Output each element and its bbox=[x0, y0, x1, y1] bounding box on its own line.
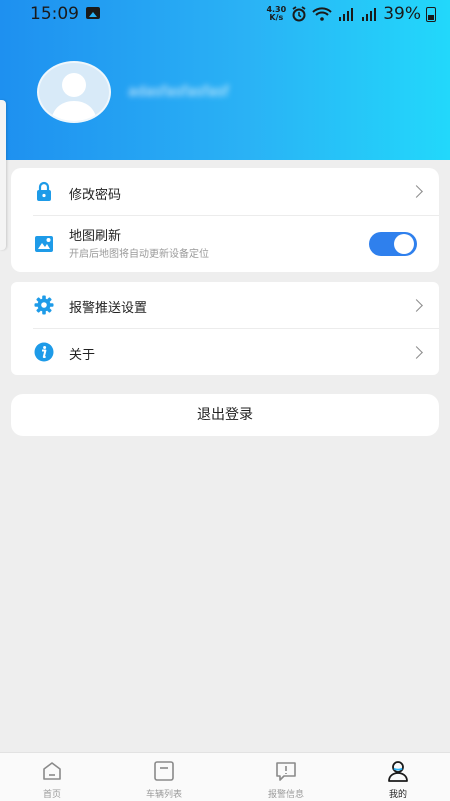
map-refresh-toggle[interactable] bbox=[369, 232, 417, 256]
avatar[interactable] bbox=[37, 61, 111, 123]
settings-card-general: 报警推送设置 关于 bbox=[11, 282, 439, 375]
change-password-item[interactable]: 修改密码 bbox=[11, 168, 439, 215]
battery-percent: 39% bbox=[383, 4, 421, 24]
settings-card-account: 修改密码 地图刷新 开启后地图将自动更新设备定位 bbox=[11, 168, 439, 272]
edge-handle[interactable] bbox=[0, 100, 6, 250]
status-time: 15:09 bbox=[30, 4, 79, 24]
profile-icon bbox=[388, 761, 408, 782]
status-bar: 15:09 4.30 K/s 39% bbox=[0, 0, 450, 28]
signal-4g-icon bbox=[339, 8, 354, 21]
battery-icon bbox=[426, 6, 436, 22]
tab-mine[interactable]: 我的 bbox=[353, 753, 443, 801]
lock-icon bbox=[37, 181, 51, 201]
chevron-right-icon bbox=[410, 346, 423, 359]
default-avatar-icon bbox=[51, 73, 97, 121]
vehicle-list-icon bbox=[154, 761, 174, 781]
map-refresh-description: 开启后地图将自动更新设备定位 bbox=[69, 249, 209, 260]
map-refresh-item: 地图刷新 开启后地图将自动更新设备定位 bbox=[11, 216, 439, 272]
signal-e-icon bbox=[362, 8, 377, 21]
chevron-right-icon bbox=[410, 185, 423, 198]
alarm-message-icon bbox=[276, 762, 296, 781]
toggle-knob bbox=[394, 234, 414, 254]
net-speed: 4.30 K/s bbox=[266, 5, 287, 22]
info-icon bbox=[34, 342, 54, 362]
map-refresh-icon bbox=[35, 236, 53, 252]
bottom-tab-bar: 首页 车辆列表 报警信息 我的 bbox=[0, 752, 450, 801]
about-label: 关于 bbox=[69, 348, 96, 363]
alarm-push-settings-item[interactable]: 报警推送设置 bbox=[11, 282, 439, 328]
gear-icon bbox=[34, 295, 54, 315]
profile-header: 15:09 4.30 K/s 39% adasfasfasfasf bbox=[0, 0, 450, 160]
change-password-label: 修改密码 bbox=[69, 188, 122, 203]
chevron-right-icon bbox=[410, 299, 423, 312]
about-item[interactable]: 关于 bbox=[11, 329, 439, 375]
logout-button[interactable]: 退出登录 bbox=[11, 394, 439, 436]
gallery-notification-icon bbox=[86, 7, 100, 19]
tab-home[interactable]: 首页 bbox=[7, 753, 97, 801]
map-refresh-label: 地图刷新 bbox=[69, 229, 122, 244]
alarm-clock-icon bbox=[292, 6, 306, 22]
username: adasfasfasfasf bbox=[128, 84, 229, 100]
tab-alarm-info[interactable]: 报警信息 bbox=[241, 753, 331, 801]
alarm-push-settings-label: 报警推送设置 bbox=[69, 301, 148, 316]
home-icon bbox=[43, 762, 61, 780]
wifi-icon bbox=[312, 7, 332, 21]
tab-vehicle-list[interactable]: 车辆列表 bbox=[119, 753, 209, 801]
